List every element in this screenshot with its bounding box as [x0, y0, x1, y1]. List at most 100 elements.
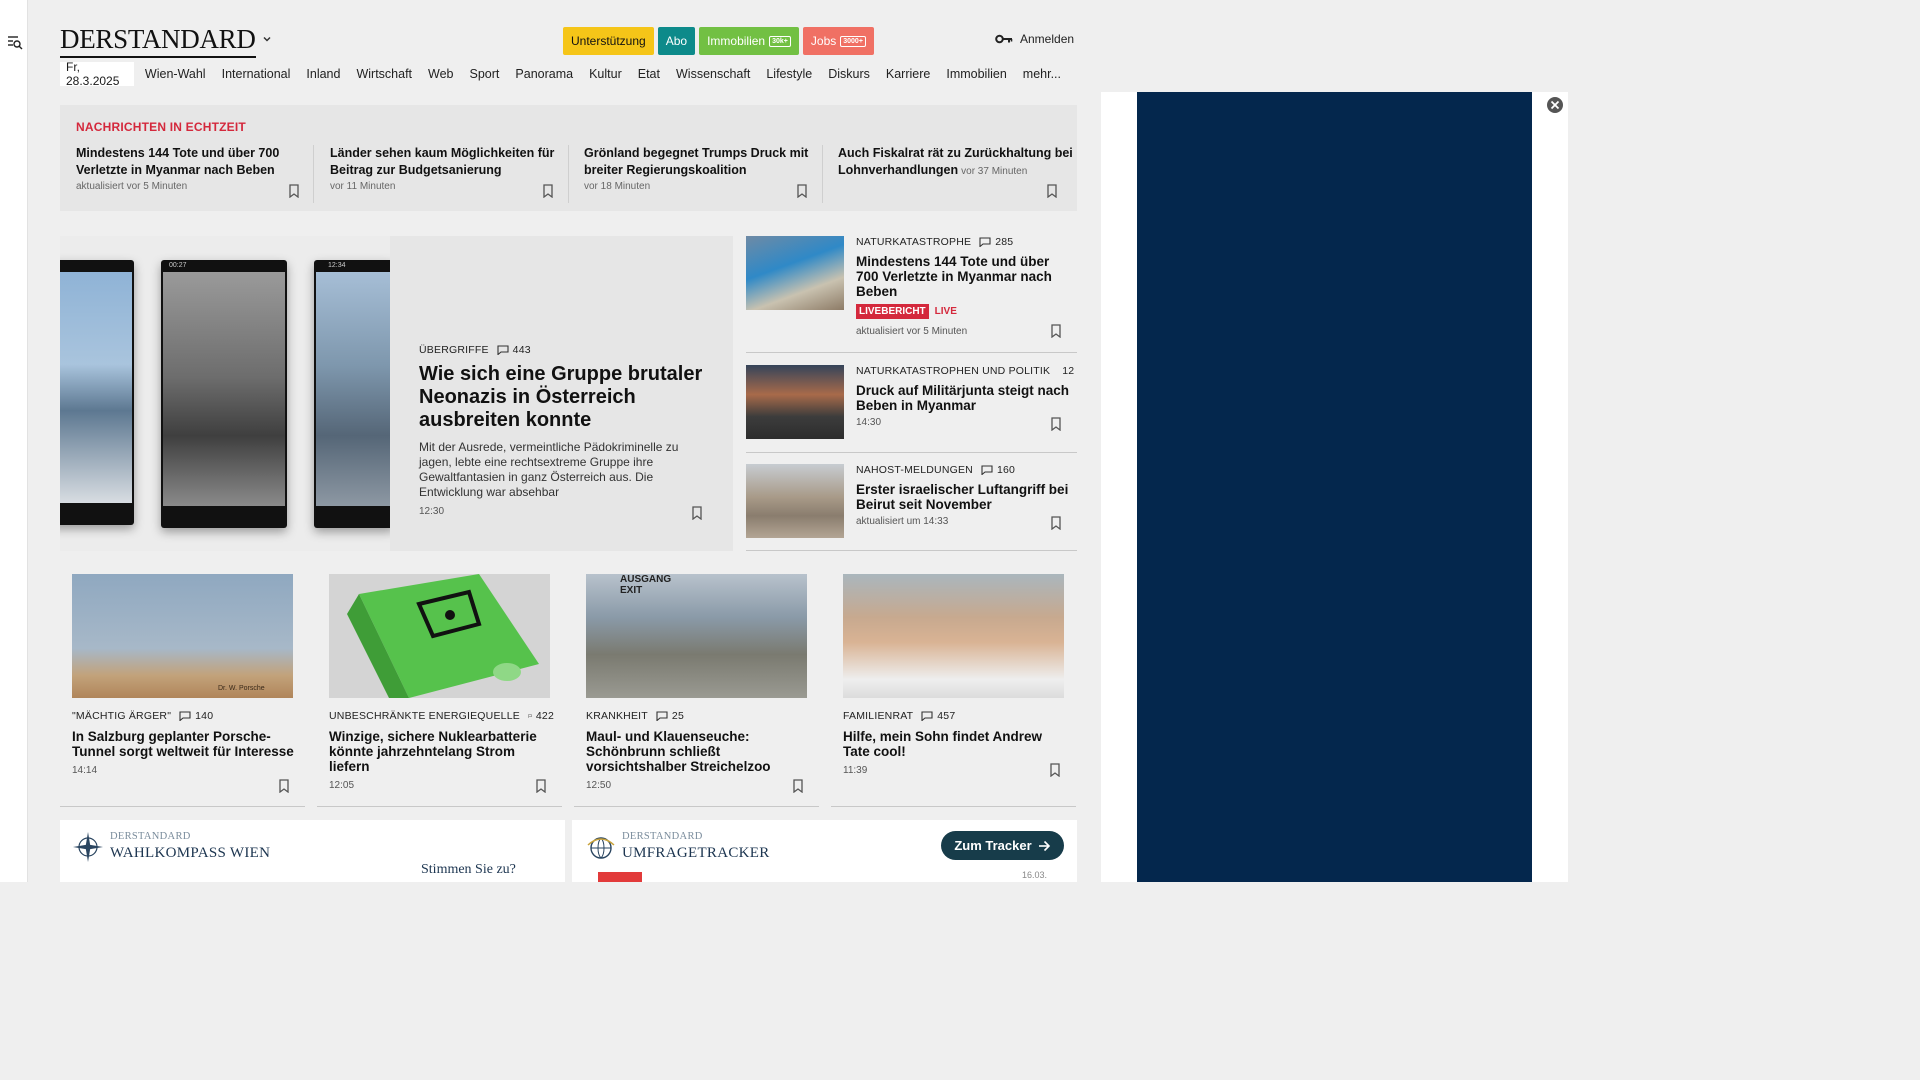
count-badge: 30k+ — [769, 35, 791, 47]
bookmark-icon[interactable] — [1050, 417, 1062, 431]
kicker-label: NATURKATASTROPHEN UND POLITIK — [856, 365, 1051, 377]
ticker-item[interactable]: Grönland begegnet Trumps Druck mit breit… — [584, 145, 822, 199]
ticker-title[interactable]: Grönland begegnet Trumps Druck mit breit… — [584, 145, 822, 179]
header-pills: Unterstützung Abo Immobilien 30k+ Jobs 3… — [563, 27, 874, 55]
nav-item-web[interactable]: Web — [428, 67, 453, 81]
nav-item-lifestyle[interactable]: Lifestyle — [766, 67, 812, 81]
advertisement[interactable] — [1137, 92, 1532, 882]
pill-label: Abo — [665, 34, 688, 48]
nav-item-international[interactable]: International — [222, 67, 291, 81]
side-article-title[interactable]: Erster israelischer Luftangriff bei Beir… — [856, 482, 1071, 512]
card-body: KRANKHEIT 25 Maul- und Klauenseuche: Sch… — [586, 710, 811, 791]
comment-count[interactable]: 160 — [997, 464, 1015, 476]
nav-item-immobilien[interactable]: Immobilien — [946, 67, 1006, 81]
nav-item-wien-wahl[interactable]: Wien-Wahl — [145, 67, 206, 81]
article-card[interactable]: UNBESCHRÄNKTE ENERGIEQUELLE 422 Winzige,… — [317, 563, 562, 807]
ticker-item[interactable]: Länder sehen kaum Möglichkeiten für Beit… — [330, 145, 568, 199]
nav-item-etat[interactable]: Etat — [638, 67, 660, 81]
side-article-image[interactable] — [746, 464, 844, 538]
side-article-image[interactable] — [746, 365, 844, 439]
logo[interactable]: DERSTANDARD — [60, 24, 256, 58]
bookmark-icon[interactable] — [796, 184, 808, 198]
bookmark-icon[interactable] — [691, 506, 703, 520]
umfragetracker-box[interactable]: DERSTANDARD UMFRAGETRACKER Zum Tracker 1… — [572, 820, 1077, 882]
article-kicker: "MÄCHTIG ÄRGER" 140 — [72, 710, 297, 722]
comment-count[interactable]: 457 — [937, 710, 955, 722]
card-image[interactable]: Dr. W. Porsche — [72, 574, 293, 698]
comment-count[interactable]: 443 — [513, 344, 531, 356]
nav-item-karriere[interactable]: Karriere — [886, 67, 930, 81]
nav-item-wirtschaft[interactable]: Wirtschaft — [356, 67, 412, 81]
comment-count[interactable]: 422 — [536, 710, 554, 722]
card-title[interactable]: Hilfe, mein Sohn findet Andrew Tate cool… — [843, 729, 1068, 759]
bookmark-icon[interactable] — [1050, 516, 1062, 530]
bookmark-icon[interactable] — [288, 184, 300, 198]
phone-time: 00:27 — [169, 262, 187, 269]
bookmark-icon[interactable] — [1049, 763, 1061, 777]
side-article-image[interactable] — [746, 236, 844, 310]
article-card[interactable]: Dr. W. Porsche "MÄCHTIG ÄRGER" 140 In Sa… — [60, 563, 305, 807]
wahlkompass-cta[interactable]: Stimmen Sie zu? — [421, 862, 516, 878]
nav-item-kultur[interactable]: Kultur — [589, 67, 622, 81]
bookmark-icon[interactable] — [1050, 324, 1062, 338]
ticker-item[interactable]: Auch Fiskalrat rät zu Zurückhaltung bei … — [838, 145, 1076, 199]
pill-abo[interactable]: Abo — [657, 27, 696, 55]
article-time: aktualisiert um 14:33 — [856, 516, 949, 527]
menu-search-icon[interactable] — [7, 34, 23, 50]
comment-icon — [979, 237, 991, 247]
card-image[interactable]: AUSGANG EXIT — [586, 574, 807, 698]
article-time: 14:14 — [72, 765, 98, 776]
nav-item-wissenschaft[interactable]: Wissenschaft — [676, 67, 750, 81]
ticker-item[interactable]: Mindestens 144 Tote und über 700 Verletz… — [76, 145, 314, 199]
bookmark-icon[interactable] — [542, 184, 554, 198]
comment-count[interactable]: 285 — [995, 236, 1013, 248]
phone-time: 12:34 — [328, 262, 346, 269]
side-article-body: NAHOST-MELDUNGEN 160 Erster israelischer… — [856, 464, 1071, 527]
tracker-button[interactable]: Zum Tracker — [941, 831, 1064, 860]
hero-article[interactable]: 00:27 12:34 ÜBERGRIFFE 443 Wie sich eine… — [60, 236, 733, 551]
card-title[interactable]: Maul- und Klauenseuche: Schönbrunn schli… — [586, 729, 811, 774]
card-title[interactable]: Winzige, sichere Nuklearbatterie könnte … — [329, 729, 554, 774]
box-title: UMFRAGETRACKER — [622, 845, 770, 861]
ticker-title[interactable]: Auch Fiskalrat rät zu Zurückhaltung bei … — [838, 145, 1076, 180]
login-button[interactable]: Anmelden — [995, 32, 1074, 46]
article-card[interactable]: AUSGANG EXIT KRANKHEIT 25 Maul- und Klau… — [574, 563, 819, 807]
live-row: LIVEBERICHT LIVE — [856, 304, 1071, 319]
comment-count[interactable]: 140 — [195, 710, 213, 722]
side-article[interactable]: NATURKATASTROPHE 285 Mindestens 144 Tote… — [746, 236, 1077, 353]
card-title[interactable]: In Salzburg geplanter Porsche-Tunnel sor… — [72, 729, 297, 759]
bookmark-icon[interactable] — [278, 779, 290, 793]
pill-unterstuetzung[interactable]: Unterstützung — [563, 27, 654, 55]
bookmark-icon[interactable] — [1046, 184, 1058, 198]
close-icon[interactable] — [1546, 96, 1564, 114]
card-image[interactable] — [843, 574, 1064, 698]
nav-item-sport[interactable]: Sport — [470, 67, 500, 81]
article-time: 12:50 — [586, 780, 612, 791]
chevron-down-icon[interactable] — [261, 33, 273, 45]
side-article-title[interactable]: Mindestens 144 Tote und über 700 Verletz… — [856, 254, 1071, 299]
bookmark-icon[interactable] — [792, 779, 804, 793]
side-article-title[interactable]: Druck auf Militärjunta steigt nach Beben… — [856, 383, 1071, 413]
nav-item-inland[interactable]: Inland — [306, 67, 340, 81]
ticker-title[interactable]: Mindestens 144 Tote und über 700 Verletz… — [76, 145, 314, 179]
comment-count[interactable]: 25 — [672, 710, 684, 722]
article-card[interactable]: FAMILIENRAT 457 Hilfe, mein Sohn findet … — [831, 563, 1076, 807]
phone-screenshot: 12:34 — [314, 260, 390, 528]
pill-jobs[interactable]: Jobs 3000+ — [802, 27, 874, 55]
card-image[interactable] — [329, 574, 550, 698]
nav-item-diskurs[interactable]: Diskurs — [828, 67, 870, 81]
bookmark-icon[interactable] — [535, 779, 547, 793]
arrow-right-icon — [1038, 840, 1050, 851]
ticker-title[interactable]: Länder sehen kaum Möglichkeiten für Beit… — [330, 145, 568, 179]
side-article[interactable]: NATURKATASTROPHEN UND POLITIK 12 Druck a… — [746, 365, 1077, 453]
hero-title[interactable]: Wie sich eine Gruppe brutaler Neonazis i… — [419, 363, 704, 432]
comment-count[interactable]: 12 — [1062, 365, 1074, 377]
pill-immobilien[interactable]: Immobilien 30k+ — [699, 27, 799, 55]
box-brand: DERSTANDARD — [110, 831, 191, 842]
side-article[interactable]: NAHOST-MELDUNGEN 160 Erster israelischer… — [746, 464, 1077, 551]
hero-image[interactable]: 00:27 12:34 — [60, 236, 390, 551]
nav-item-more[interactable]: mehr... — [1023, 67, 1061, 81]
nav-item-panorama[interactable]: Panorama — [515, 67, 573, 81]
login-label: Anmelden — [1020, 32, 1075, 46]
wahlkompass-box[interactable]: DERSTANDARD WAHLKOMPASS WIEN Stimmen Sie… — [60, 820, 565, 882]
